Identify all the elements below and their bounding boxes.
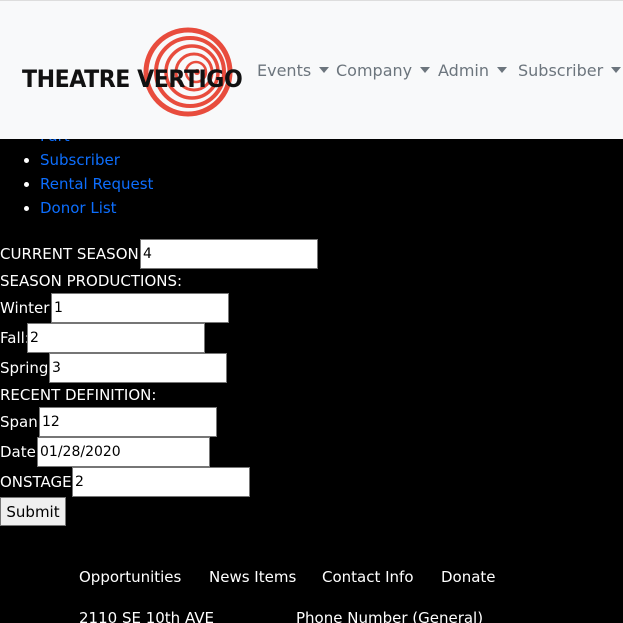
date-row: Date: <box>0 437 212 467</box>
theatre-vertigo-logo[interactable]: THEATRE VERTIGO <box>20 25 243 117</box>
date-label: Date: <box>0 443 41 461</box>
caret-down-icon <box>611 67 622 73</box>
nav-events-dropdown[interactable]: Events <box>257 59 330 83</box>
link-list-item: Subscriber <box>40 148 623 172</box>
fall-label: Fall: <box>0 329 30 347</box>
footer-address: 2110 SE 10th AVE <box>79 609 214 623</box>
footer-link-news-items[interactable]: News Items <box>209 565 296 589</box>
link-list-item: Donor List <box>40 196 623 220</box>
caret-down-icon <box>420 67 431 73</box>
footer-link-contact-info[interactable]: Contact Info <box>322 565 414 589</box>
recent-definition-heading: RECENT DEFINITION: <box>0 386 157 404</box>
caret-down-icon <box>319 67 330 73</box>
nav-events-label: Events <box>257 61 312 80</box>
span-input[interactable] <box>39 407 217 437</box>
link-subscriber[interactable]: Subscriber <box>40 151 120 169</box>
span-row: Span: <box>0 407 218 437</box>
date-input[interactable] <box>37 437 210 467</box>
onstage-row: ONSTAGE: <box>0 467 252 497</box>
nav-admin-dropdown[interactable]: Admin <box>438 59 507 83</box>
onstage-label: ONSTAGE: <box>0 473 77 491</box>
winter-input[interactable] <box>51 293 229 323</box>
footer-link-opportunities[interactable]: Opportunities <box>79 565 181 589</box>
nav-subscriber-label: Subscriber <box>518 61 604 80</box>
spring-input[interactable] <box>49 353 227 383</box>
season-productions-heading: SEASON PRODUCTIONS: <box>0 272 183 290</box>
nav-company-label: Company <box>336 61 413 80</box>
navbar: THEATRE VERTIGO Events Company Admin Sub… <box>0 0 623 139</box>
onstage-input[interactable] <box>72 467 250 497</box>
fall-row: Fall: <box>0 323 206 353</box>
link-donor-list[interactable]: Donor List <box>40 199 117 217</box>
footer-phone-label: Phone Number (General) <box>296 609 484 623</box>
spring-label: Spring: <box>0 359 54 377</box>
span-label: Span: <box>0 413 43 431</box>
nav-admin-label: Admin <box>438 61 489 80</box>
fall-input[interactable] <box>27 323 205 353</box>
spring-row: Spring: <box>0 353 228 383</box>
footer-link-donate[interactable]: Donate <box>441 565 496 589</box>
logo-wordmark: THEATRE VERTIGO <box>22 65 243 93</box>
page: Part Subscriber Rental Request Donor Lis… <box>0 0 623 623</box>
link-rental-request[interactable]: Rental Request <box>40 175 153 193</box>
winter-row: Winter: <box>0 293 230 323</box>
nav-company-dropdown[interactable]: Company <box>336 59 431 83</box>
submit-button[interactable]: Submit <box>0 497 66 526</box>
current-season-label: CURRENT SEASON: <box>0 245 144 263</box>
caret-down-icon <box>497 67 507 73</box>
nav-subscriber-dropdown[interactable]: Subscriber <box>518 59 622 83</box>
current-season-row: CURRENT SEASON: <box>0 239 320 269</box>
link-list-item: Rental Request <box>40 172 623 196</box>
current-season-input[interactable] <box>140 239 318 269</box>
winter-label: Winter: <box>0 299 55 317</box>
